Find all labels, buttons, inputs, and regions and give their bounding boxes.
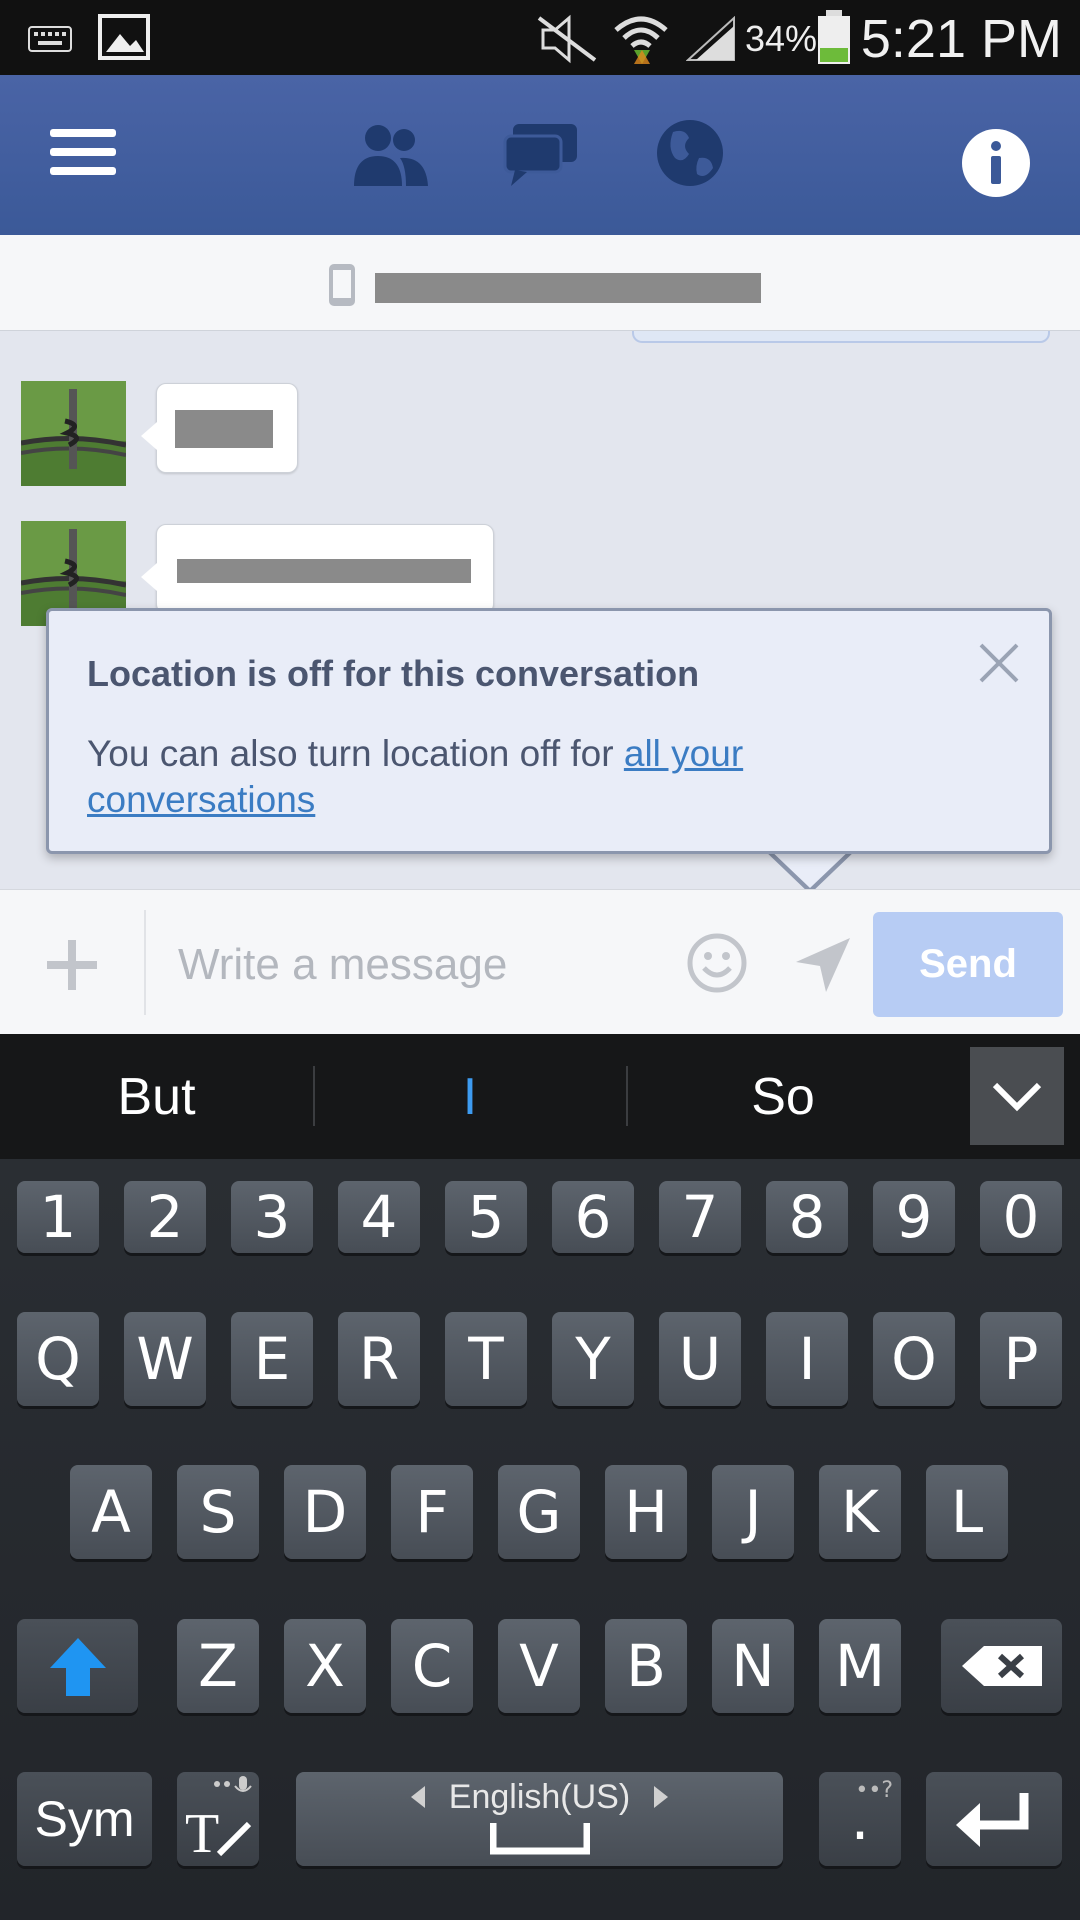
- popup-title: Location is off for this conversation: [87, 653, 700, 694]
- globe-icon[interactable]: [650, 113, 730, 193]
- enter-key[interactable]: [926, 1772, 1062, 1866]
- menu-icon[interactable]: [45, 117, 121, 187]
- key-v[interactable]: V: [498, 1619, 580, 1713]
- period-key[interactable]: . ••?: [819, 1772, 901, 1866]
- space-bar-icon: [489, 1822, 590, 1854]
- redacted-message-text: [177, 559, 471, 583]
- redacted-participant-name: [375, 273, 761, 303]
- message-composer: Write a message Send: [0, 889, 1080, 1035]
- text-input-settings-key[interactable]: T: [177, 1772, 259, 1866]
- suggestion-item[interactable]: I: [315, 1034, 625, 1159]
- shift-arrow-icon: [49, 1638, 106, 1696]
- key-k[interactable]: K: [819, 1465, 901, 1559]
- key-6[interactable]: 6: [552, 1181, 634, 1253]
- key-p[interactable]: P: [980, 1312, 1062, 1406]
- sym-key[interactable]: Sym: [17, 1772, 152, 1866]
- key-8[interactable]: 8: [766, 1181, 848, 1253]
- send-button[interactable]: Send: [873, 912, 1063, 1017]
- key-y[interactable]: Y: [552, 1312, 634, 1406]
- key-u[interactable]: U: [659, 1312, 741, 1406]
- key-z[interactable]: Z: [177, 1619, 259, 1713]
- messages-icon[interactable]: [498, 113, 588, 193]
- key-d[interactable]: D: [284, 1465, 366, 1559]
- key-c[interactable]: C: [391, 1619, 473, 1713]
- key-a[interactable]: A: [70, 1465, 152, 1559]
- battery-percent: 34%: [745, 18, 818, 59]
- composer-divider: [144, 910, 146, 1015]
- avatar[interactable]: [21, 381, 126, 486]
- message-bubble[interactable]: [141, 383, 298, 473]
- popup-body: You can also turn location off for all y…: [87, 731, 887, 823]
- key-b[interactable]: B: [605, 1619, 687, 1713]
- close-icon[interactable]: [977, 641, 1021, 690]
- chevron-left-icon: [410, 1786, 425, 1808]
- redacted-message-text: [175, 410, 273, 448]
- emoji-icon[interactable]: [686, 932, 748, 999]
- chevron-down-icon: [992, 1082, 1042, 1112]
- chevron-right-icon: [654, 1786, 669, 1808]
- key-9[interactable]: 9: [873, 1181, 955, 1253]
- key-7[interactable]: 7: [659, 1181, 741, 1253]
- key-o[interactable]: O: [873, 1312, 955, 1406]
- phone-icon: [328, 263, 356, 312]
- language-selector: English(US): [409, 1778, 670, 1817]
- enter-icon: [956, 1793, 1029, 1847]
- svg-text:T: T: [185, 1803, 219, 1864]
- on-screen-keyboard: 1 2 3 4 5 6 7 8 9 0 Q W E R T Y U I O P …: [0, 1159, 1080, 1920]
- key-f[interactable]: F: [391, 1465, 473, 1559]
- location-off-popup: Location is off for this conversation Yo…: [46, 608, 1052, 854]
- key-m[interactable]: M: [819, 1619, 901, 1713]
- previous-message-bubble-edge: [632, 331, 1050, 343]
- key-4[interactable]: 4: [338, 1181, 420, 1253]
- language-label: English(US): [448, 1777, 631, 1816]
- key-x[interactable]: X: [284, 1619, 366, 1713]
- key-r[interactable]: R: [338, 1312, 420, 1406]
- battery-icon: [816, 10, 852, 71]
- key-e[interactable]: E: [231, 1312, 313, 1406]
- handwriting-mic-icon: T: [185, 1776, 252, 1864]
- clock: 5:21 PM: [860, 9, 1062, 69]
- app-header: [0, 75, 1080, 235]
- message-input[interactable]: Write a message: [178, 940, 507, 990]
- key-s[interactable]: S: [177, 1465, 259, 1559]
- suggestion-item[interactable]: But: [0, 1034, 313, 1159]
- space-key[interactable]: English(US): [296, 1772, 783, 1866]
- friends-icon[interactable]: [345, 113, 435, 193]
- key-3[interactable]: 3: [231, 1181, 313, 1253]
- key-i[interactable]: I: [766, 1312, 848, 1406]
- location-arrow-icon[interactable]: [792, 934, 854, 1001]
- word-suggestions: But I So: [0, 1034, 1080, 1159]
- message-bubble[interactable]: [141, 524, 494, 614]
- backspace-key[interactable]: [941, 1619, 1062, 1713]
- key-n[interactable]: N: [712, 1619, 794, 1713]
- image-icon: [98, 14, 150, 65]
- backspace-icon: [961, 1646, 1042, 1686]
- punctuation-hint: ••?: [855, 1778, 893, 1803]
- key-5[interactable]: 5: [445, 1181, 527, 1253]
- key-0[interactable]: 0: [980, 1181, 1062, 1253]
- popup-body-text: You can also turn location off for: [87, 733, 624, 774]
- keyboard-icon: [28, 26, 72, 57]
- key-t[interactable]: T: [445, 1312, 527, 1406]
- mute-icon: [535, 14, 605, 69]
- key-j[interactable]: J: [712, 1465, 794, 1559]
- key-1[interactable]: 1: [17, 1181, 99, 1253]
- signal-icon: [685, 15, 736, 67]
- key-2[interactable]: 2: [124, 1181, 206, 1253]
- suggestion-item[interactable]: So: [628, 1034, 938, 1159]
- add-icon[interactable]: [45, 938, 99, 997]
- shift-key[interactable]: [17, 1619, 138, 1713]
- wifi-icon: [612, 10, 670, 69]
- key-w[interactable]: W: [124, 1312, 206, 1406]
- key-h[interactable]: H: [605, 1465, 687, 1559]
- info-icon[interactable]: [960, 127, 1032, 199]
- conversation-participant-bar[interactable]: [0, 235, 1080, 332]
- key-q[interactable]: Q: [17, 1312, 99, 1406]
- status-bar: 34% 5:21 PM: [0, 0, 1080, 75]
- collapse-suggestions-button[interactable]: [970, 1047, 1064, 1145]
- key-l[interactable]: L: [926, 1465, 1008, 1559]
- key-g[interactable]: G: [498, 1465, 580, 1559]
